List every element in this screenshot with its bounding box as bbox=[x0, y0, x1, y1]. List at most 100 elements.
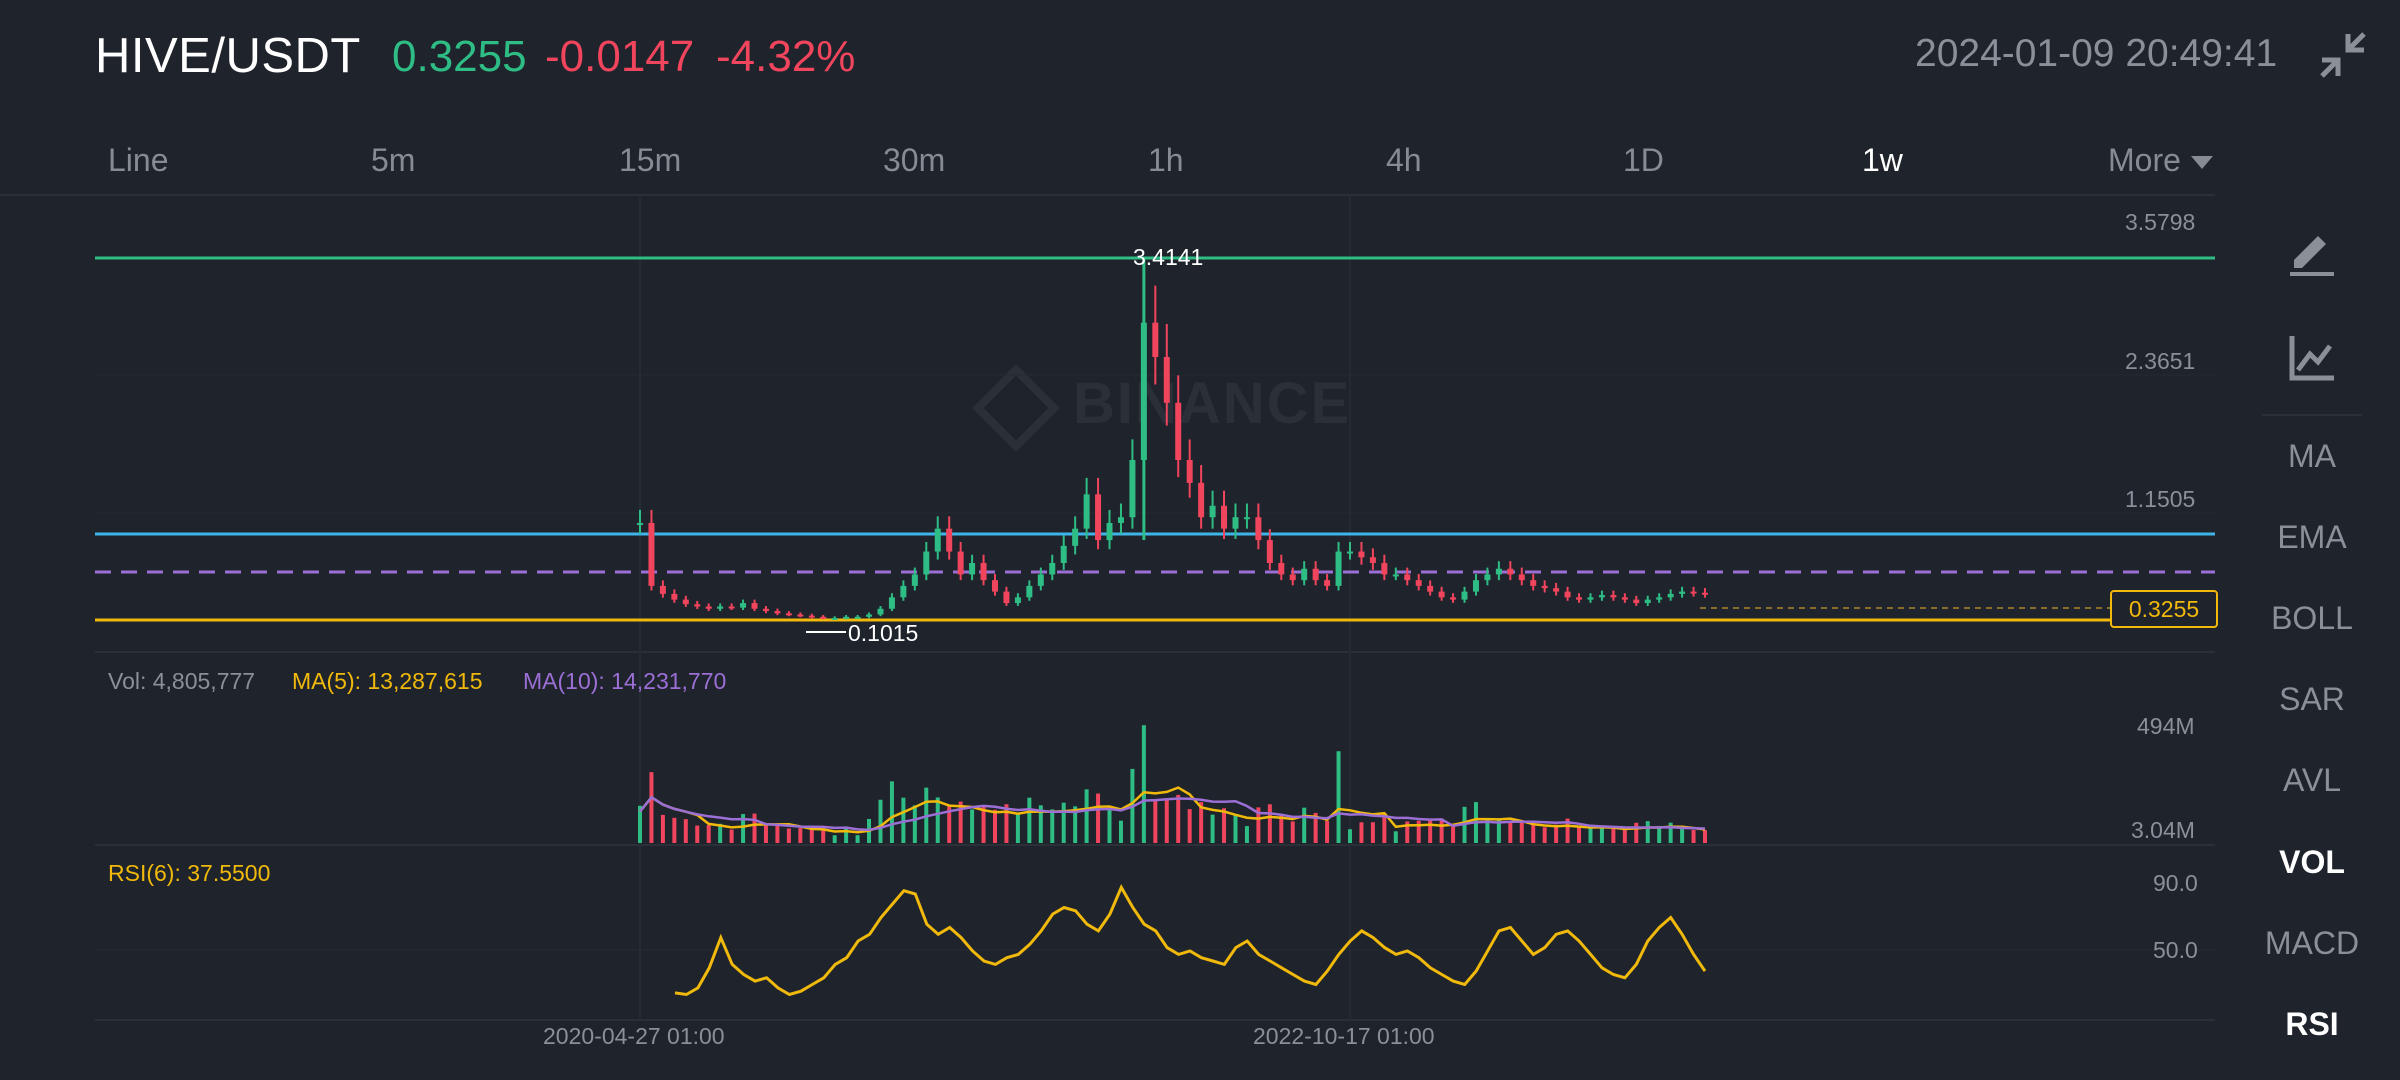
volume-bar bbox=[855, 835, 860, 843]
candle bbox=[1129, 460, 1136, 518]
candle bbox=[740, 603, 747, 608]
candle bbox=[705, 606, 712, 609]
chart-canvas[interactable]: 3.4141 0.1015 3.5798 2.3651 1.1505 494M … bbox=[0, 0, 2240, 1080]
candle bbox=[1324, 580, 1331, 586]
volume-bar bbox=[649, 772, 654, 843]
volume-bar bbox=[1496, 820, 1501, 843]
indicator-ema[interactable]: EMA bbox=[2262, 519, 2362, 556]
indicator-rsi[interactable]: RSI bbox=[2262, 1006, 2362, 1043]
draw-pen-icon[interactable] bbox=[2262, 220, 2362, 280]
volume-bar bbox=[1027, 797, 1032, 843]
volume-bar bbox=[672, 817, 677, 843]
volume-bar bbox=[1325, 820, 1330, 843]
volume-ma5-label: MA(5): 13,287,615 bbox=[292, 668, 483, 694]
time-axis-tick: 2020-04-27 01:00 bbox=[543, 1023, 725, 1049]
volume-bar bbox=[683, 819, 688, 843]
candle bbox=[1587, 597, 1594, 600]
volume-bar bbox=[1096, 793, 1101, 843]
candle bbox=[751, 603, 758, 609]
candle bbox=[671, 593, 678, 600]
volume-bar bbox=[1141, 725, 1146, 843]
volume-bar bbox=[1061, 802, 1066, 843]
candle bbox=[1621, 597, 1628, 600]
candle bbox=[1667, 593, 1674, 598]
volume-bar bbox=[1187, 809, 1192, 843]
candle bbox=[1610, 595, 1617, 598]
candle bbox=[1278, 562, 1285, 575]
candle bbox=[1209, 505, 1216, 518]
volume-bar bbox=[1428, 819, 1433, 843]
sidebar-divider bbox=[2262, 414, 2362, 416]
volume-bar bbox=[1451, 826, 1456, 843]
volume-bar bbox=[1153, 799, 1158, 843]
chart-indicator-icon[interactable] bbox=[2262, 328, 2362, 388]
candle bbox=[1472, 580, 1479, 592]
current-price-tag: 0.3255 bbox=[2110, 590, 2218, 628]
candle bbox=[1576, 597, 1583, 600]
volume-bar bbox=[1439, 818, 1444, 843]
volume-bar bbox=[1634, 822, 1639, 843]
candle bbox=[1404, 574, 1411, 581]
candle bbox=[866, 614, 873, 617]
rsi-axis-tick: 50.0 bbox=[2153, 937, 2198, 963]
candle bbox=[1163, 357, 1170, 403]
volume-bar bbox=[786, 828, 791, 843]
indicator-sar[interactable]: SAR bbox=[2262, 681, 2362, 718]
volume-bar bbox=[1164, 798, 1169, 843]
price-axis-tick: 1.1505 bbox=[2125, 486, 2195, 512]
volume-bar bbox=[1233, 814, 1238, 843]
candle bbox=[1266, 540, 1273, 563]
volume-bar bbox=[1382, 813, 1387, 843]
volume-bar bbox=[1290, 821, 1295, 843]
indicator-avl[interactable]: AVL bbox=[2262, 762, 2362, 799]
candle bbox=[843, 616, 850, 619]
volume-bar bbox=[1336, 751, 1341, 843]
candle bbox=[980, 562, 987, 581]
candle bbox=[1644, 599, 1651, 604]
volume-bar bbox=[1508, 821, 1513, 843]
candle bbox=[1072, 528, 1079, 546]
candle bbox=[1518, 574, 1525, 581]
volume-bar bbox=[1393, 831, 1398, 843]
indicator-boll[interactable]: BOLL bbox=[2262, 600, 2362, 637]
candle bbox=[1564, 591, 1571, 598]
rsi-label: RSI(6): 37.5500 bbox=[108, 860, 271, 886]
indicator-vol[interactable]: VOL bbox=[2262, 844, 2362, 881]
candle bbox=[934, 528, 941, 552]
candle bbox=[1484, 574, 1491, 581]
indicator-ma[interactable]: MA bbox=[2262, 438, 2362, 475]
volume-bar bbox=[1691, 829, 1696, 843]
candle bbox=[1175, 402, 1182, 461]
collapse-icon[interactable] bbox=[2318, 30, 2368, 80]
indicator-macd[interactable]: MACD bbox=[2262, 925, 2362, 962]
candle bbox=[1243, 517, 1250, 520]
candle bbox=[659, 585, 666, 594]
volume-bar bbox=[1359, 822, 1364, 843]
volume-bar bbox=[878, 799, 883, 843]
volume-bar bbox=[1370, 822, 1375, 843]
volume-bar bbox=[1542, 827, 1547, 843]
candle bbox=[1358, 551, 1365, 558]
volume-bar bbox=[1599, 826, 1604, 843]
candle bbox=[808, 615, 815, 618]
candle bbox=[1095, 494, 1102, 541]
volume-bar bbox=[1348, 829, 1352, 843]
candle bbox=[1679, 591, 1686, 594]
volume-axis-tick: 494M bbox=[2137, 713, 2195, 739]
candle bbox=[1427, 585, 1434, 592]
candle bbox=[1633, 599, 1640, 604]
volume-bar bbox=[1611, 826, 1616, 843]
volume-bar bbox=[1267, 804, 1272, 843]
volume-bar bbox=[832, 835, 837, 843]
volume-bar bbox=[935, 797, 940, 843]
candle bbox=[1117, 517, 1124, 523]
candle bbox=[1392, 574, 1399, 577]
candle bbox=[1037, 574, 1044, 586]
candle bbox=[1461, 591, 1468, 600]
volume-bar bbox=[763, 824, 768, 843]
volume-bar bbox=[1577, 826, 1582, 843]
candle bbox=[728, 606, 735, 609]
candle bbox=[1014, 597, 1021, 604]
candles bbox=[637, 258, 1708, 620]
volume-bar bbox=[706, 824, 711, 843]
